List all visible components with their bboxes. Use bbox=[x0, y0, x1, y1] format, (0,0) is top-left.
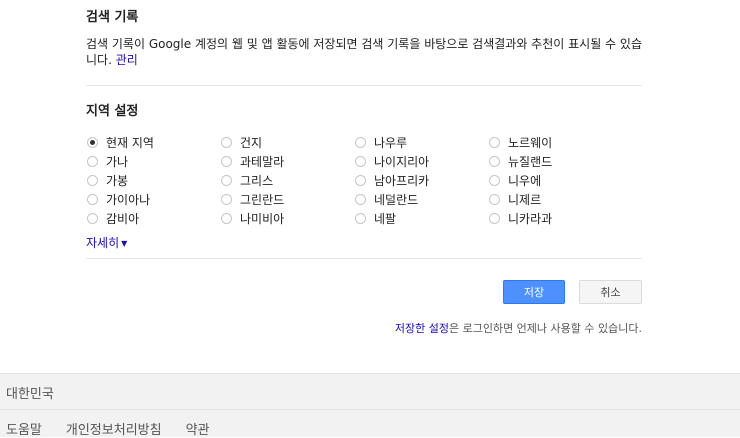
radio-button[interactable] bbox=[489, 213, 500, 224]
radio-button[interactable] bbox=[221, 213, 232, 224]
radio-button[interactable] bbox=[221, 194, 232, 205]
region-option-label: 니카라과 bbox=[508, 212, 553, 226]
region-option-label: 감비아 bbox=[106, 212, 140, 226]
region-option[interactable]: 니제르 bbox=[488, 190, 622, 209]
radio-button[interactable] bbox=[489, 156, 500, 167]
radio-button[interactable] bbox=[221, 137, 232, 148]
footer-divider bbox=[0, 409, 740, 410]
footer-link-terms[interactable]: 약관 bbox=[186, 419, 210, 438]
region-option-label: 네덜란드 bbox=[374, 193, 419, 207]
footer-link-help[interactable]: 도움말 bbox=[6, 419, 42, 438]
radio-button[interactable] bbox=[355, 137, 366, 148]
region-option-label: 현재 지역 bbox=[106, 136, 154, 150]
region-option[interactable]: 그린란드 bbox=[220, 190, 354, 209]
search-history-description: 검색 기록이 Google 계정의 웹 및 앱 활동에 저장되면 검색 기록을 … bbox=[86, 36, 642, 68]
region-option-label: 가봉 bbox=[106, 174, 129, 188]
save-button[interactable]: 저장 bbox=[503, 280, 565, 304]
region-option-label: 네팔 bbox=[374, 212, 397, 226]
region-column: 현재 지역가나가봉가이아나감비아 bbox=[86, 133, 220, 228]
region-option-label: 가이아나 bbox=[106, 193, 151, 207]
radio-button[interactable] bbox=[87, 175, 98, 186]
region-option-label: 노르웨이 bbox=[508, 136, 553, 150]
radio-button[interactable] bbox=[355, 175, 366, 186]
radio-button[interactable] bbox=[355, 156, 366, 167]
radio-button[interactable] bbox=[355, 213, 366, 224]
saved-settings-link[interactable]: 저장한 설정 bbox=[395, 322, 449, 335]
region-option-label: 나우루 bbox=[374, 136, 408, 150]
region-option[interactable]: 나미비아 bbox=[220, 209, 354, 228]
more-label: 자세히 bbox=[86, 236, 120, 250]
manage-link[interactable]: 관리 bbox=[116, 53, 138, 67]
region-option[interactable]: 네팔 bbox=[354, 209, 488, 228]
search-history-text: 검색 기록이 Google 계정의 웹 및 앱 활동에 저장되면 검색 기록을 … bbox=[86, 37, 642, 67]
region-option-label: 과테말라 bbox=[240, 155, 285, 169]
radio-button[interactable] bbox=[87, 213, 98, 224]
radio-button[interactable] bbox=[87, 156, 98, 167]
region-option[interactable]: 나이지리아 bbox=[354, 152, 488, 171]
radio-button[interactable] bbox=[489, 137, 500, 148]
footer-link-privacy[interactable]: 개인정보처리방침 bbox=[66, 419, 162, 438]
region-option[interactable]: 나우루 bbox=[354, 133, 488, 152]
radio-button[interactable] bbox=[489, 194, 500, 205]
region-option[interactable]: 니우에 bbox=[488, 171, 622, 190]
radio-button[interactable] bbox=[87, 137, 98, 148]
region-option[interactable]: 가나 bbox=[86, 152, 220, 171]
region-settings-title: 지역 설정 bbox=[86, 104, 139, 119]
footer-country: 대한민국 bbox=[6, 387, 54, 402]
region-option[interactable]: 노르웨이 bbox=[488, 133, 622, 152]
search-history-title: 검색 기록 bbox=[86, 10, 139, 25]
cancel-button[interactable]: 취소 bbox=[579, 280, 642, 304]
radio-button[interactable] bbox=[87, 194, 98, 205]
region-column: 노르웨이뉴질랜드니우에니제르니카라과 bbox=[488, 133, 622, 228]
caret-down-icon: ▼ bbox=[121, 239, 128, 248]
divider bbox=[86, 258, 642, 259]
region-option-label: 남아프리카 bbox=[374, 174, 430, 188]
radio-button[interactable] bbox=[355, 194, 366, 205]
radio-button[interactable] bbox=[489, 175, 500, 186]
region-option[interactable]: 그리스 bbox=[220, 171, 354, 190]
saved-settings-note: 저장한 설정은 로그인하면 언제나 사용할 수 있습니다. bbox=[395, 320, 642, 336]
region-option-label: 니우에 bbox=[508, 174, 542, 188]
region-option[interactable]: 니카라과 bbox=[488, 209, 622, 228]
region-option-label: 그리스 bbox=[240, 174, 274, 188]
region-option-label: 가나 bbox=[106, 155, 129, 169]
region-option[interactable]: 뉴질랜드 bbox=[488, 152, 622, 171]
footer-links: 도움말 개인정보처리방침 약관 bbox=[6, 419, 234, 438]
divider bbox=[86, 85, 642, 86]
region-option[interactable]: 감비아 bbox=[86, 209, 220, 228]
region-column: 나우루나이지리아남아프리카네덜란드네팔 bbox=[354, 133, 488, 228]
region-column: 건지과테말라그리스그린란드나미비아 bbox=[220, 133, 354, 228]
region-option-label: 니제르 bbox=[508, 193, 542, 207]
region-option[interactable]: 건지 bbox=[220, 133, 354, 152]
footer: 대한민국 도움말 개인정보처리방침 약관 bbox=[0, 373, 740, 438]
region-option[interactable]: 현재 지역 bbox=[86, 133, 220, 152]
region-option-label: 건지 bbox=[240, 136, 263, 150]
region-option[interactable]: 가이아나 bbox=[86, 190, 220, 209]
saved-settings-text: 은 로그인하면 언제나 사용할 수 있습니다. bbox=[448, 322, 642, 335]
region-option-label: 뉴질랜드 bbox=[508, 155, 553, 169]
region-option[interactable]: 과테말라 bbox=[220, 152, 354, 171]
region-option-label: 그린란드 bbox=[240, 193, 285, 207]
region-option[interactable]: 남아프리카 bbox=[354, 171, 488, 190]
region-radio-grid: 현재 지역 가나 가봉 가이아나 감비아 건지 과테말라 그리스 그린란드 나미비아 나우루 나이지리… bbox=[86, 133, 642, 228]
more-regions-link[interactable]: 자세히 ▼ bbox=[86, 234, 127, 251]
radio-button[interactable] bbox=[221, 156, 232, 167]
radio-button[interactable] bbox=[221, 175, 232, 186]
region-option-label: 나미비아 bbox=[240, 212, 285, 226]
region-option[interactable]: 네덜란드 bbox=[354, 190, 488, 209]
region-option[interactable]: 가봉 bbox=[86, 171, 220, 190]
region-option-label: 나이지리아 bbox=[374, 155, 430, 169]
